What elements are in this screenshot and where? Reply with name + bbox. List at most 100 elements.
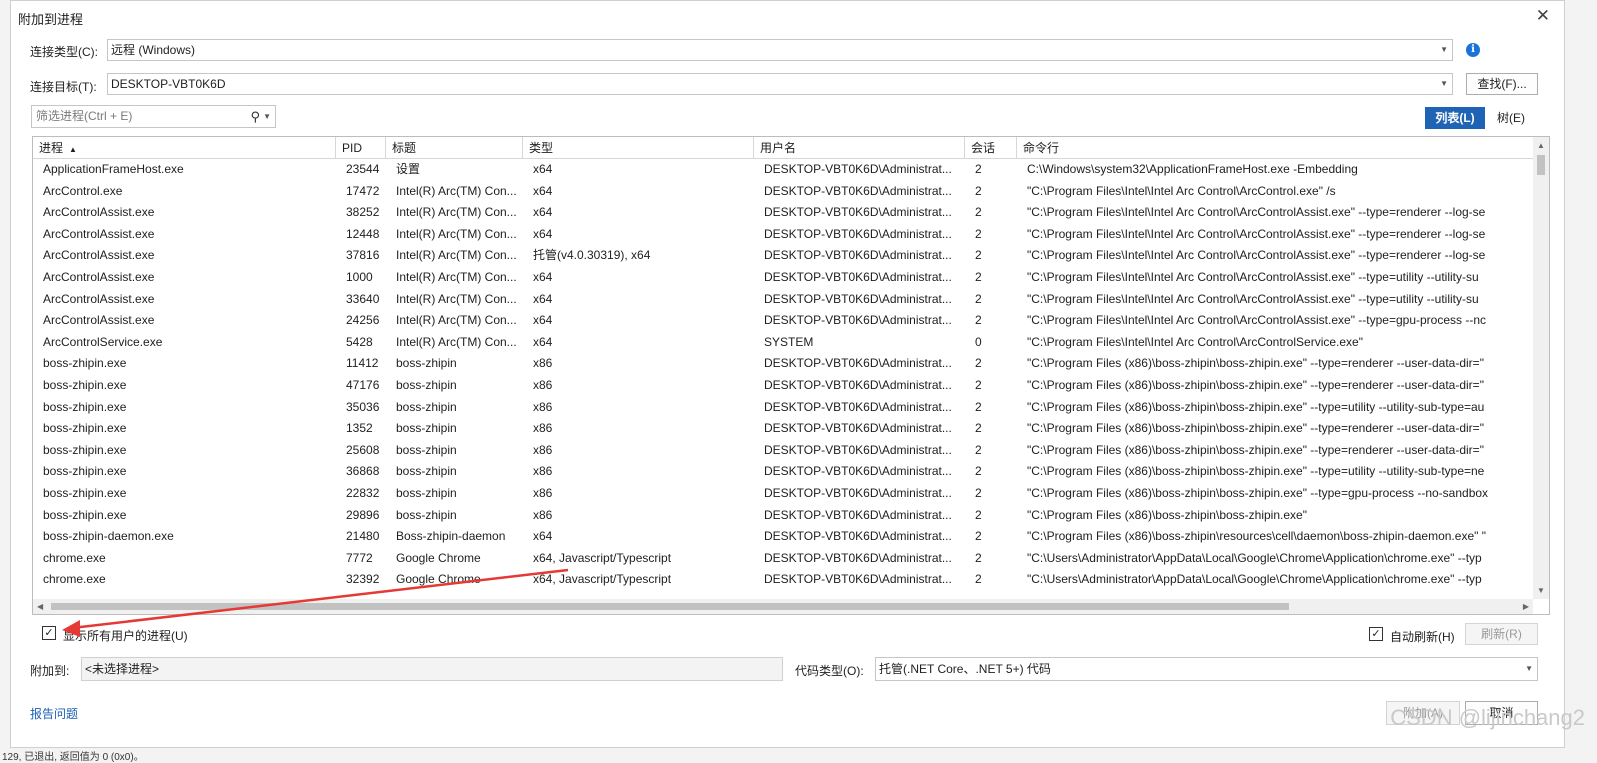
table-row[interactable]: ArcControlAssist.exe 12448 Intel(R) Arc(TM… xyxy=(33,224,1533,246)
show-all-users-label[interactable]: 显示所有用户的进程(U) xyxy=(63,627,188,644)
cell-process: chrome.exe xyxy=(43,550,106,565)
cell-username: DESKTOP-VBT0K6D\Administrat... xyxy=(764,356,952,371)
scroll-thumb[interactable] xyxy=(1537,155,1545,175)
scroll-up-icon[interactable]: ▲ xyxy=(1537,141,1545,150)
cell-command-line: "C:\Program Files (x86)\boss-zhipin\boss… xyxy=(1027,399,1485,414)
code-type-select[interactable]: 托管(.NET Core、.NET 5+) 代码 ▼ xyxy=(875,657,1538,681)
show-all-users-checkbox[interactable]: ✓ xyxy=(42,626,56,640)
connection-type-label: 连接类型(C): xyxy=(30,45,98,59)
list-view-button[interactable]: 列表(L) xyxy=(1425,107,1485,129)
table-row[interactable]: ArcControlAssist.exe 37816 Intel(R) Arc(TM… xyxy=(33,245,1533,267)
chevron-down-icon: ▼ xyxy=(1440,45,1448,54)
cell-type: 托管(v4.0.30319), x64 xyxy=(533,248,651,263)
cell-username: DESKTOP-VBT0K6D\Administrat... xyxy=(764,442,952,457)
scroll-thumb[interactable] xyxy=(51,603,1289,610)
column-header-username[interactable]: 用户名 xyxy=(754,137,965,159)
cell-command-line: "C:\Program Files\Intel\Intel Arc Contro… xyxy=(1027,205,1486,220)
scroll-down-icon[interactable]: ▼ xyxy=(1537,586,1545,595)
table-row[interactable]: boss-zhipin.exe 1352 boss-zhipin x86 DESKTOP… xyxy=(33,418,1533,440)
chevron-down-icon[interactable]: ▼ xyxy=(263,106,271,127)
cell-username: DESKTOP-VBT0K6D\Administrat... xyxy=(764,270,952,284)
table-row[interactable]: ArcControl.exe 17472 Intel(R) Arc(TM) Con.… xyxy=(33,181,1533,203)
auto-refresh-checkbox[interactable]: ✓ xyxy=(1369,627,1383,641)
cell-type: x86 xyxy=(533,464,553,479)
scroll-left-icon[interactable]: ◀ xyxy=(37,602,43,611)
table-row[interactable]: boss-zhipin.exe 47176 boss-zhipin x86 DESKTO… xyxy=(33,375,1533,397)
horizontal-scrollbar[interactable]: ◀ ▶ xyxy=(33,599,1533,614)
cell-username: DESKTOP-VBT0K6D\Administrat... xyxy=(764,291,952,306)
cell-username: DESKTOP-VBT0K6D\Administrat... xyxy=(764,183,952,198)
refresh-button[interactable]: 刷新(R) xyxy=(1465,623,1538,645)
cell-type: x64 xyxy=(533,183,553,198)
cell-title: Google Chrome xyxy=(396,572,481,587)
table-header: 进程 ▲ PID 标题 类型 用户名 会话 命令行 xyxy=(33,137,1533,159)
cell-process: boss-zhipin.exe xyxy=(43,464,127,479)
cell-pid: 35036 xyxy=(346,399,380,414)
cell-title: Intel(R) Arc(TM) Con... xyxy=(396,205,517,220)
cell-title: Intel(R) Arc(TM) Con... xyxy=(396,248,517,263)
process-filter-input[interactable]: 筛选进程(Ctrl + E) ⚲ ▼ xyxy=(31,105,276,128)
search-icon[interactable]: ⚲ xyxy=(250,106,260,127)
cell-type: x64 xyxy=(533,270,553,284)
table-row[interactable]: boss-zhipin.exe 22832 boss-zhipin x86 DESKTO… xyxy=(33,483,1533,505)
tree-view-button[interactable]: 树(E) xyxy=(1491,107,1531,129)
column-header-title[interactable]: 标题 xyxy=(386,137,523,159)
connection-target-input[interactable]: DESKTOP-VBT0K6D ▼ xyxy=(107,73,1453,95)
table-row[interactable]: ArcControlAssist.exe 33640 Intel(R) Arc(TM… xyxy=(33,289,1533,311)
table-row[interactable]: ArcControlService.exe 5428 Intel(R) Arc(TM… xyxy=(33,332,1533,354)
table-row[interactable]: ArcControlAssist.exe 1000 Intel(R) Arc(TM)… xyxy=(33,267,1533,289)
code-type-value: 托管(.NET Core、.NET 5+) 代码 xyxy=(879,662,1051,676)
cell-session: 2 xyxy=(975,205,982,220)
cell-session: 2 xyxy=(975,291,982,306)
column-header-process[interactable]: 进程 ▲ xyxy=(33,137,336,159)
cell-username: DESKTOP-VBT0K6D\Administrat... xyxy=(764,421,952,436)
cell-type: x64 xyxy=(533,529,553,544)
vertical-scrollbar[interactable]: ▲ ▼ xyxy=(1533,137,1549,599)
cell-pid: 21480 xyxy=(346,529,380,544)
sort-asc-icon: ▲ xyxy=(69,145,77,154)
report-issue-link[interactable]: 报告问题 xyxy=(30,705,78,722)
table-row[interactable]: chrome.exe 7772 Google Chrome x64, Javascri… xyxy=(33,548,1533,570)
cell-username: DESKTOP-VBT0K6D\Administrat... xyxy=(764,313,952,328)
cell-type: x86 xyxy=(533,399,553,414)
column-header-command-line[interactable]: 命令行 xyxy=(1017,137,1533,159)
table-row[interactable]: boss-zhipin.exe 25608 boss-zhipin x86 DESKTO… xyxy=(33,440,1533,462)
table-row[interactable]: boss-zhipin-daemon.exe 21480 Boss-zhipin-d… xyxy=(33,526,1533,548)
cell-process: boss-zhipin.exe xyxy=(43,442,127,457)
scroll-right-icon[interactable]: ▶ xyxy=(1523,602,1529,611)
cell-command-line: "C:\Program Files (x86)\boss-zhipin\boss… xyxy=(1027,507,1307,522)
auto-refresh-label[interactable]: 自动刷新(H) xyxy=(1390,628,1455,645)
column-header-session[interactable]: 会话 xyxy=(965,137,1017,159)
attach-to-process-dialog: 附加到进程 ✕ 连接类型(C): 远程 (Windows) ▼ i 连接目标(T… xyxy=(10,0,1565,748)
cell-pid: 17472 xyxy=(346,183,380,198)
cell-pid: 7772 xyxy=(346,550,373,565)
dialog-title: 附加到进程 xyxy=(18,12,84,27)
cell-username: DESKTOP-VBT0K6D\Administrat... xyxy=(764,486,952,500)
table-row[interactable]: boss-zhipin.exe 29896 boss-zhipin x86 DESKTO… xyxy=(33,505,1533,527)
cell-process: boss-zhipin.exe xyxy=(43,378,127,392)
cell-username: DESKTOP-VBT0K6D\Administrat... xyxy=(764,529,952,544)
find-button[interactable]: 查找(F)... xyxy=(1466,73,1538,95)
table-row[interactable]: ArcControlAssist.exe 38252 Intel(R) Arc(TM… xyxy=(33,202,1533,224)
cell-pid: 22832 xyxy=(346,486,380,500)
column-header-type[interactable]: 类型 xyxy=(523,137,754,159)
cell-pid: 47176 xyxy=(346,378,380,392)
close-icon[interactable]: ✕ xyxy=(1536,6,1550,26)
cell-pid: 5428 xyxy=(346,334,373,349)
cell-type: x64 xyxy=(533,205,553,220)
table-row[interactable]: boss-zhipin.exe 35036 boss-zhipin x86 DESKTO… xyxy=(33,397,1533,419)
cell-title: Google Chrome xyxy=(396,550,481,565)
cell-session: 2 xyxy=(975,313,982,328)
cell-pid: 37816 xyxy=(346,248,380,263)
connection-type-select[interactable]: 远程 (Windows) ▼ xyxy=(107,39,1453,61)
cell-command-line: "C:\Program Files (x86)\boss-zhipin\boss… xyxy=(1027,442,1484,457)
column-header-pid[interactable]: PID xyxy=(336,137,386,159)
cell-title: Intel(R) Arc(TM) Con... xyxy=(396,226,517,241)
table-row[interactable]: chrome.exe 32392 Google Chrome x64, Javascr… xyxy=(33,569,1533,591)
info-icon[interactable]: i xyxy=(1466,43,1480,57)
table-row[interactable]: boss-zhipin.exe 36868 boss-zhipin x86 DESKTO… xyxy=(33,461,1533,483)
cell-command-line: "C:\Program Files\Intel\Intel Arc Contro… xyxy=(1027,248,1486,263)
table-row[interactable]: ApplicationFrameHost.exe 23544 设置 x64 DESKTO… xyxy=(33,159,1533,181)
table-row[interactable]: boss-zhipin.exe 11412 boss-zhipin x86 DESKTO… xyxy=(33,353,1533,375)
table-row[interactable]: ArcControlAssist.exe 24256 Intel(R) Arc(TM… xyxy=(33,310,1533,332)
